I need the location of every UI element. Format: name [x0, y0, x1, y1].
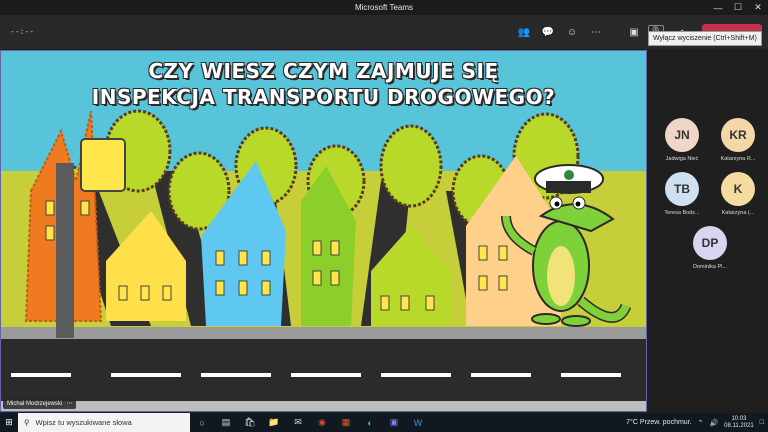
clock[interactable]: 10:03 08.11.2021 [724, 416, 754, 430]
expand-tray-icon[interactable]: ⌃ [698, 419, 704, 427]
teams-icon[interactable]: ▣ [382, 413, 406, 432]
weather-text[interactable]: 7°C Przew. pochmur. [626, 419, 691, 426]
store-icon[interactable]: 🛍 [238, 413, 262, 432]
system-tray: 7°C Przew. pochmur. ⌃ 🔊 10:03 08.11.2021… [626, 413, 764, 432]
participant-tile[interactable]: JN Jadwiga Nieć [654, 118, 710, 162]
participant-name: Katarzyna (... [721, 210, 755, 216]
participant-tile[interactable]: KR Katarzyna R... [710, 118, 766, 162]
maximize-button[interactable]: ☐ [728, 0, 748, 15]
participant-tile[interactable]: K Katarzyna (... [710, 172, 766, 216]
windows-taskbar: ⊞ ⚲ Wpisz tu wyszukiwane słowa ○ ▤ 🛍 📁 ✉… [0, 413, 768, 432]
cortana-icon[interactable]: ○ [190, 413, 214, 432]
avatar: K [721, 172, 755, 206]
taskbar-search[interactable]: ⚲ Wpisz tu wyszukiwane słowa [18, 413, 190, 432]
participants-icon[interactable]: 👥 [516, 25, 532, 39]
more-options-icon[interactable]: ⋯ [66, 400, 72, 407]
participant-tile[interactable]: DP Dominika Pl... [682, 226, 738, 270]
clock-date: 08.11.2021 [724, 422, 754, 429]
slide-title-line2: INSPEKCJA TRANSPORTU DROGOWEGO? [91, 85, 556, 109]
minimize-button[interactable]: — [708, 0, 728, 15]
presenter-name: Michał Modrzejewski [7, 400, 63, 407]
explorer-icon[interactable]: 📁 [262, 413, 286, 432]
notifications-icon[interactable]: □ [760, 419, 764, 426]
participant-gallery: JN Jadwiga Nieć KR Katarzyna R... TB Ter… [648, 50, 768, 412]
start-button[interactable]: ⊞ [0, 413, 18, 432]
camera-icon[interactable]: ▣ [626, 25, 642, 39]
word-icon[interactable]: W [406, 413, 430, 432]
avatar: KR [721, 118, 755, 152]
search-icon: ⚲ [24, 418, 30, 427]
mail-icon[interactable]: ✉ [286, 413, 310, 432]
chat-icon[interactable]: 💬 [540, 25, 556, 39]
slide-title-line1: CZY WIESZ CZYM ZAJMUJE SIĘ [148, 59, 499, 83]
participant-name: Katarzyna R... [720, 156, 756, 162]
avatar: TB [665, 172, 699, 206]
avatar: DP [693, 226, 727, 260]
volume-icon[interactable]: 🔊 [709, 419, 718, 427]
more-actions-icon[interactable]: ⋯ [588, 25, 604, 39]
presenter-label: Michał Modrzejewski ⋯ [3, 398, 77, 409]
close-button[interactable]: ✕ [748, 0, 768, 15]
chrome-icon[interactable]: ◉ [310, 413, 334, 432]
window-title: Microsoft Teams [354, 3, 414, 12]
participant-name: Teresa Bodz... [664, 210, 700, 216]
shared-screen: CZY WIESZ CZYM ZAJMUJE SIĘ INSPEKCJA TRA… [0, 50, 647, 412]
search-placeholder: Wpisz tu wyszukiwane słowa [35, 418, 132, 427]
task-view-icon[interactable]: ▤ [214, 413, 238, 432]
window-controls: — ☐ ✕ [708, 0, 768, 15]
app-icon[interactable]: ▦ [334, 413, 358, 432]
participant-name: Dominika Pl... [693, 264, 727, 270]
participant-tile[interactable]: TB Teresa Bodz... [654, 172, 710, 216]
participant-name: Jadwiga Nieć [665, 156, 699, 162]
mute-tooltip: Wyłącz wyciszenie (Ctrl+Shift+M) [648, 31, 762, 46]
meeting-timer: --:-- [10, 27, 35, 36]
title-bar: Microsoft Teams — ☐ ✕ [0, 0, 768, 15]
clock-time: 10:03 [731, 415, 747, 422]
edge-icon[interactable]: ◐ [358, 413, 382, 432]
avatar: JN [665, 118, 699, 152]
reactions-icon[interactable]: ☺ [564, 25, 580, 39]
